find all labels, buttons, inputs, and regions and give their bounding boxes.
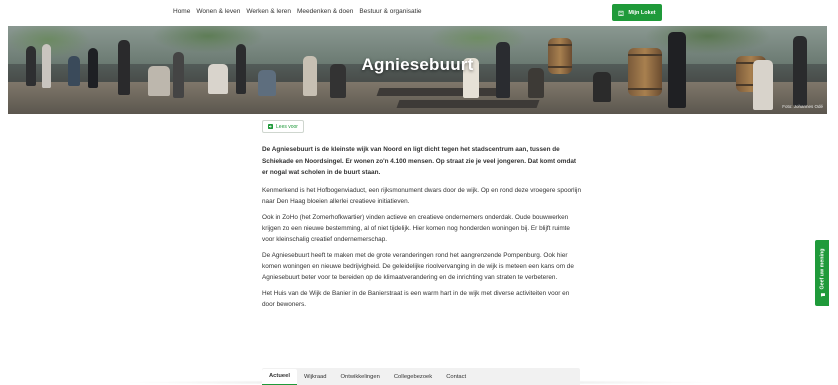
read-aloud-button[interactable]: Lees voor [262,120,304,133]
tab-wijkraad[interactable]: Wijkraad [297,370,334,385]
nav-item-bestuur-organisatie[interactable]: Bestuur & organisatie [359,8,421,15]
building-icon [618,10,624,16]
tab-contact[interactable]: Contact [439,370,473,385]
section-tabs: Actueel Wijkraad Ontwikkelingen Collegeb… [262,368,580,385]
nav-item-werken-leren[interactable]: Werken & leren [246,8,291,15]
speaker-icon [268,124,274,129]
nav-item-meedenken-doen[interactable]: Meedenken & doen [297,8,353,15]
article-body: De Agniesebuurt is de kleinste wijk van … [262,144,582,315]
mijn-loket-label: Mijn Loket [628,9,656,16]
main-menu: Home Wonen & leven Werken & leren Meeden… [173,8,422,15]
mijn-loket-button[interactable]: Mijn Loket [612,4,662,21]
tab-collegebezoek[interactable]: Collegebezoek [387,370,439,385]
paragraph: Ook in ZoHo (het Zomerhofkwartier) vinde… [262,213,570,243]
read-aloud-label: Lees voor [276,123,298,130]
feedback-button-inner: Geef uw mening [819,249,825,298]
paragraph: Kenmerkend is het Hofbogenviaduct, een r… [262,186,581,205]
nav-item-wonen-leven[interactable]: Wonen & leven [196,8,240,15]
chat-bubble-icon [820,293,825,297]
feedback-button[interactable]: Geef uw mening [815,240,829,306]
hero-banner: Agniesebuurt Foto: Johannes Odé [8,26,827,114]
paragraph: De Agniesebuurt heeft te maken met de gr… [262,251,574,281]
photo-credit: Foto: Johannes Odé [782,104,823,109]
feedback-label: Geef uw mening [819,248,826,290]
tab-actueel[interactable]: Actueel [262,369,297,385]
page-title: Agniesebuurt [361,55,474,74]
hero-photo-ground [8,82,827,114]
top-navigation: Home Wonen & leven Werken & leren Meeden… [0,0,838,26]
tab-ontwikkelingen[interactable]: Ontwikkelingen [334,370,387,385]
intro-paragraph: De Agniesebuurt is de kleinste wijk van … [262,146,577,176]
nav-item-home[interactable]: Home [173,8,190,15]
paragraph: Het Huis van de Wijk de Banier in de Ban… [262,289,570,308]
